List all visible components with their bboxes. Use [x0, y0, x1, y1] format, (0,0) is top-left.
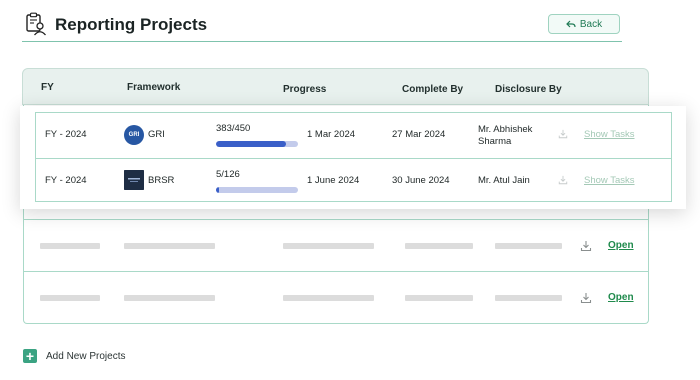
framework-cell: GRI — [148, 129, 165, 140]
back-label: Back — [579, 18, 603, 30]
progress-bar — [216, 187, 298, 193]
gri-logo: GRI — [124, 125, 144, 145]
download-icon[interactable] — [558, 129, 568, 139]
project-rows: FY - 2024 GRI GRI 383/450 1 Mar 2024 27 … — [35, 112, 672, 202]
complete-by-cell: 30 June 2024 — [392, 175, 450, 186]
disclosure-by-cell: Mr. Abhishek — [478, 124, 533, 135]
progress-text: 5/126 — [216, 169, 240, 180]
col-fy: FY — [41, 82, 54, 93]
start-date-cell: 1 June 2024 — [307, 175, 360, 186]
show-tasks-link[interactable]: Show Tasks — [584, 129, 635, 140]
skeleton-bar — [405, 295, 473, 301]
skeleton-bar — [405, 243, 473, 249]
col-complete-by: Complete By — [402, 84, 464, 95]
progress-fill — [216, 187, 220, 193]
add-new-projects-button[interactable]: + Add New Projects — [23, 349, 125, 363]
plus-icon: + — [23, 349, 37, 363]
progress-text: 383/450 — [216, 123, 251, 134]
framework-cell: BRSR — [148, 175, 175, 186]
progress-fill — [216, 141, 286, 147]
download-icon[interactable] — [558, 175, 568, 185]
table-row: Open — [23, 271, 649, 323]
report-user-icon — [26, 12, 46, 36]
skeleton-bar — [40, 243, 100, 249]
open-link[interactable]: Open — [608, 240, 634, 251]
brsr-logo — [124, 170, 144, 190]
skeleton-bar — [495, 295, 562, 301]
skeleton-bar — [283, 295, 374, 301]
gri-logo-text: GRI — [128, 132, 140, 138]
fy-cell: FY - 2024 — [45, 129, 87, 140]
back-arrow-icon — [566, 20, 576, 28]
download-icon[interactable] — [580, 240, 592, 252]
start-date-cell: 1 Mar 2024 — [307, 129, 356, 140]
show-tasks-link[interactable]: Show Tasks — [584, 175, 635, 186]
col-framework: Framework — [127, 82, 181, 93]
skeleton-bar — [283, 243, 374, 249]
page-header: Reporting Projects Back — [22, 8, 622, 42]
progress-bar — [216, 141, 298, 147]
disclosure-by-cell: Mr. Atul Jain — [478, 175, 530, 186]
open-link[interactable]: Open — [608, 292, 634, 303]
table-row: Open — [23, 219, 649, 271]
table-row[interactable]: FY - 2024 GRI GRI 383/450 1 Mar 2024 27 … — [36, 113, 671, 157]
disclosure-by-cell-line2: Sharma — [478, 136, 512, 147]
table-header: FY Framework Progress Complete By Disclo… — [22, 68, 649, 105]
col-progress: Progress — [283, 84, 327, 95]
skeleton-bar — [40, 295, 100, 301]
download-icon[interactable] — [580, 292, 592, 304]
fy-cell: FY - 2024 — [45, 175, 87, 186]
add-new-projects-label: Add New Projects — [46, 350, 126, 362]
project-rows-card: FY - 2024 GRI GRI 383/450 1 Mar 2024 27 … — [20, 106, 686, 209]
skeleton-bar — [124, 243, 215, 249]
col-disclosure-by: Disclosure By — [495, 84, 562, 95]
skeleton-bar — [495, 243, 562, 249]
back-button[interactable]: Back — [548, 14, 620, 34]
complete-by-cell: 27 Mar 2024 — [392, 129, 446, 140]
table-row[interactable]: FY - 2024 BRSR 5/126 1 June 2024 30 June… — [36, 158, 671, 202]
page-title: Reporting Projects — [55, 15, 208, 34]
skeleton-bar — [124, 295, 215, 301]
